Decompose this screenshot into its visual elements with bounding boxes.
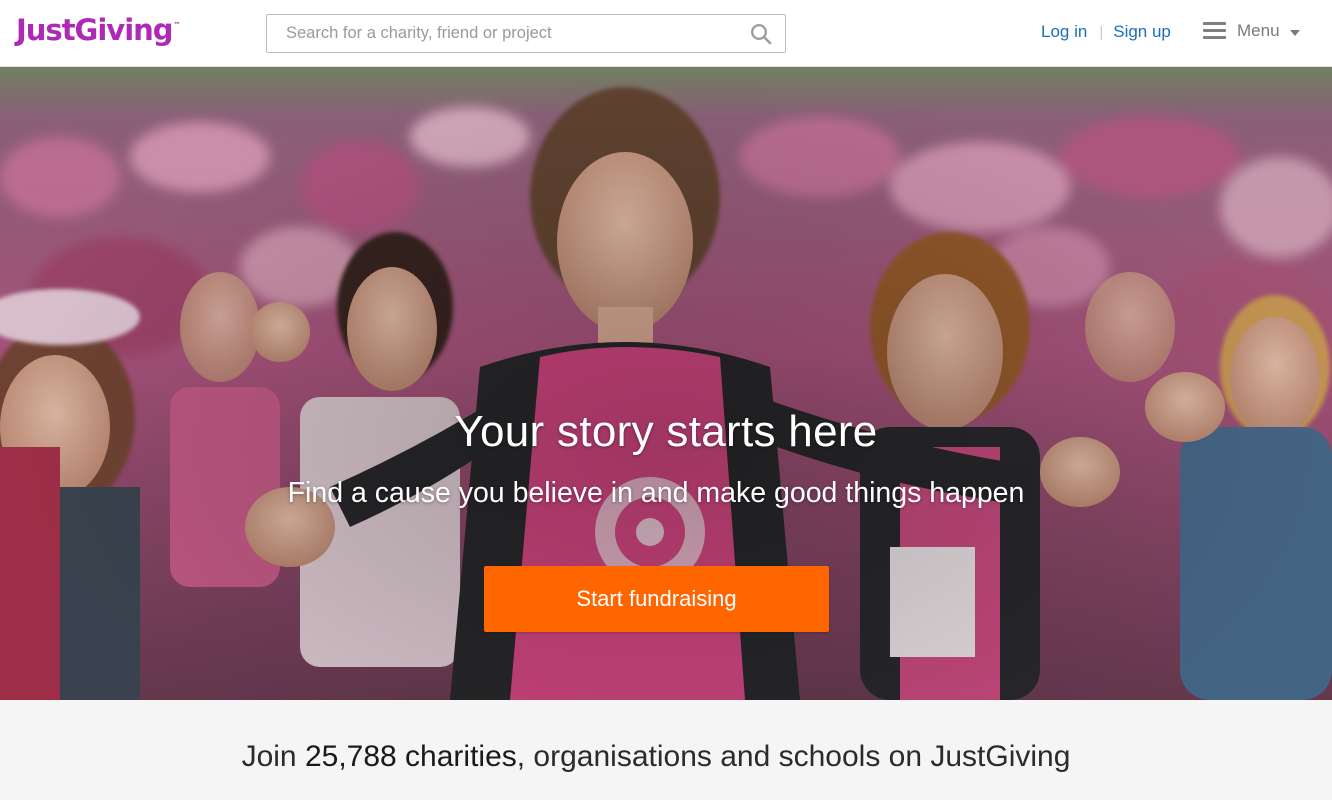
charity-count: 25,788 charities [304, 740, 517, 773]
join-prefix: Join [241, 740, 297, 773]
signup-link[interactable]: Sign up [1113, 22, 1171, 42]
logo-text: JustGiving [16, 13, 174, 47]
logo-trademark: ™ [173, 21, 181, 29]
auth-separator: | [1099, 23, 1104, 41]
hero-banner: Your story starts here Find a cause you … [0, 67, 1332, 700]
search-box [266, 14, 786, 53]
search-input[interactable] [267, 15, 737, 52]
site-header: JustGiving™ Log in | Sign up Menu [0, 0, 1332, 67]
chevron-down-icon [1289, 29, 1300, 36]
hamburger-icon [1203, 22, 1226, 40]
hero-title: Your story starts here [454, 407, 878, 456]
auth-links: Log in | Sign up [1041, 22, 1171, 42]
join-suffix: , organisations and schools on JustGivin… [516, 740, 1071, 773]
join-statement: Join 25,788 charities, organisations and… [0, 740, 1312, 774]
menu-label: Menu [1237, 21, 1280, 40]
search-icon[interactable] [750, 23, 772, 45]
justgiving-logo[interactable]: JustGiving™ [16, 13, 181, 47]
start-fundraising-button[interactable]: Start fundraising [484, 566, 829, 632]
menu-button[interactable]: Menu [1203, 21, 1300, 41]
join-banner: Join 25,788 charities, organisations and… [0, 700, 1332, 800]
hero-subtitle: Find a cause you believe in and make goo… [287, 477, 1025, 509]
login-link[interactable]: Log in [1041, 22, 1087, 42]
